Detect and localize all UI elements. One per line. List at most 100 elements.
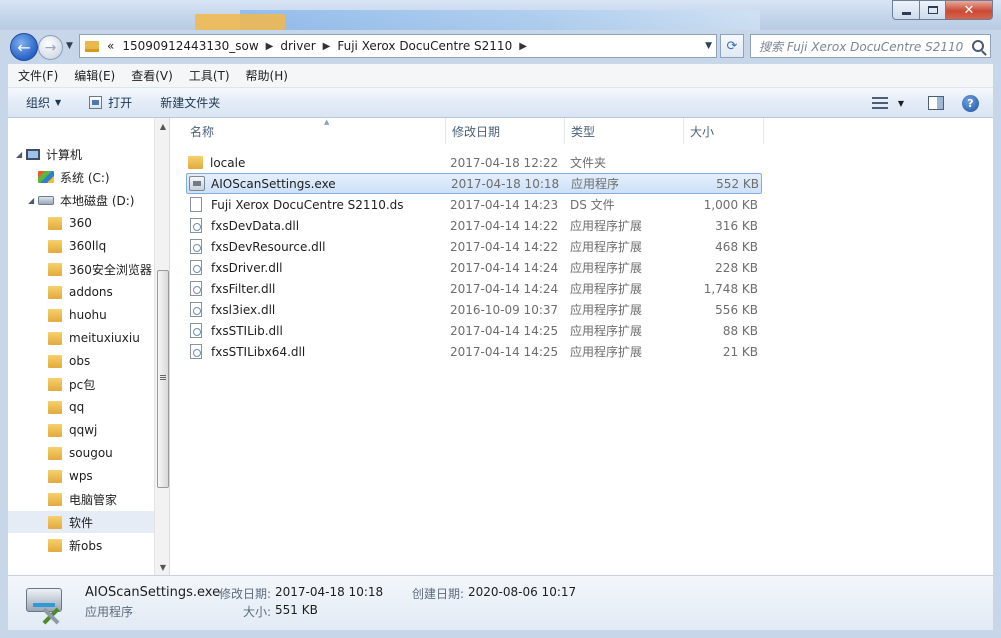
file-name: Fuji Xerox DocuCentre S2110.ds <box>211 197 404 212</box>
column-date-label: 修改日期 <box>452 124 501 139</box>
file-row[interactable]: fxsDevResource.dll 2017-04-14 14:22 应用程序… <box>186 236 762 257</box>
nav-folder[interactable]: 电脑管家 <box>48 488 169 510</box>
file-row[interactable]: Fuji Xerox DocuCentre S2110.ds 2017-04-1… <box>186 194 762 215</box>
file-row[interactable]: locale 2017-04-18 12:22 文件夹 <box>186 152 762 173</box>
open-button[interactable]: 打开 <box>79 91 142 115</box>
column-header-type[interactable]: 类型 <box>565 118 684 144</box>
scrollbar-thumb[interactable] <box>157 270 169 488</box>
file-name-cell: fxsSTILib.dll <box>188 323 283 338</box>
new-folder-label: 新建文件夹 <box>160 96 221 110</box>
menu-tools[interactable]: 工具(T) <box>181 67 238 84</box>
folder-icon <box>48 239 62 253</box>
file-date: 2017-04-14 14:24 <box>450 260 559 275</box>
nav-folder[interactable]: 新obs <box>48 534 169 556</box>
file-name: fxsDevData.dll <box>211 218 300 233</box>
nav-folder[interactable]: huohu <box>48 304 169 326</box>
menu-bar: 文件(F) 编辑(E) 查看(V) 工具(T) 帮助(H) <box>8 64 993 88</box>
change-view-icon[interactable] <box>871 97 888 109</box>
window-titlebar[interactable]: ✕ <box>0 0 1001 30</box>
file-name-cell: Fuji Xerox DocuCentre S2110.ds <box>188 197 404 212</box>
tree-expanded-icon[interactable]: ◢ <box>28 196 38 205</box>
nav-folder[interactable]: obs <box>48 350 169 372</box>
details-modified-value: 2017-04-18 10:18 <box>275 585 384 599</box>
nav-drive-c[interactable]: 系统 (C:) <box>38 166 169 188</box>
folder-icon <box>85 40 99 52</box>
folder-icon <box>48 262 62 276</box>
folder-icon <box>48 492 62 506</box>
preview-pane-icon[interactable] <box>928 96 944 110</box>
nav-folder[interactable]: 360llq <box>48 235 169 257</box>
dll-icon <box>190 281 202 296</box>
navpane-scrollbar[interactable]: ▲ ▼ <box>154 118 169 575</box>
file-row[interactable]: fxsDevData.dll 2017-04-14 14:22 应用程序扩展 3… <box>186 215 762 236</box>
file-row[interactable]: fxsFilter.dll 2017-04-14 14:24 应用程序扩展 1,… <box>186 278 762 299</box>
breadcrumb-separator-icon[interactable]: ▶ <box>263 41 277 52</box>
breadcrumb-separator-icon[interactable]: ▶ <box>320 41 334 52</box>
file-row[interactable]: fxsl3iex.dll 2016-10-09 10:37 应用程序扩展 556… <box>186 299 762 320</box>
column-header-date[interactable]: 修改日期 <box>446 118 565 144</box>
nav-folder[interactable]: 360 <box>48 212 169 234</box>
details-pane: AIOScanSettings.exe 应用程序 修改日期: 2017-04-1… <box>8 575 993 630</box>
nav-folder-selected[interactable]: 软件 <box>8 511 154 533</box>
file-type: 文件夹 <box>570 156 607 170</box>
search-icon[interactable] <box>972 40 984 52</box>
nav-folder[interactable]: qqwj <box>48 419 169 441</box>
breadcrumb-item[interactable]: Fuji Xerox DocuCentre S2110 <box>333 39 516 53</box>
nav-folder[interactable]: addons <box>48 281 169 303</box>
column-header-name[interactable]: 名称 ▲ <box>184 118 446 144</box>
organize-button[interactable]: 组织 ▼ <box>16 91 71 115</box>
nav-folder[interactable]: 360安全浏览器 <box>48 258 169 280</box>
nav-drive-d[interactable]: ◢ 本地磁盘 (D:) <box>28 189 169 211</box>
folder-icon <box>188 156 203 169</box>
tree-expanded-icon[interactable]: ◢ <box>16 150 26 159</box>
file-row[interactable]: fxsSTILibx64.dll 2017-04-14 14:25 应用程序扩展… <box>186 341 762 362</box>
recent-pages-dropdown[interactable]: ▼ <box>66 41 73 51</box>
nav-folder-label: sougou <box>69 446 113 460</box>
breadcrumb-item[interactable]: 15090912443130_sow <box>118 39 262 53</box>
menu-file[interactable]: 文件(F) <box>10 67 66 84</box>
new-folder-button[interactable]: 新建文件夹 <box>150 91 230 115</box>
file-name: locale <box>210 155 246 170</box>
file-size: 468 KB <box>715 239 758 254</box>
breadcrumb-separator-icon[interactable]: ▶ <box>516 41 530 52</box>
refresh-button[interactable]: ⟳ <box>720 34 744 58</box>
command-toolbar: 组织 ▼ 打开 新建文件夹 ▼ ? <box>8 88 993 118</box>
view-options-dropdown[interactable]: ▼ <box>898 99 904 108</box>
chevron-down-icon: ▼ <box>55 98 62 107</box>
navigation-bar: ← → ▼ « 15090912443130_sow ▶ driver ▶ Fu… <box>0 30 1001 64</box>
folder-icon <box>48 423 62 437</box>
nav-folder[interactable]: meituxiuxiu <box>48 327 169 349</box>
address-bar[interactable]: « 15090912443130_sow ▶ driver ▶ Fuji Xer… <box>79 34 717 58</box>
close-icon: ✕ <box>963 2 975 18</box>
background-window-highlight <box>195 14 285 30</box>
help-icon[interactable]: ? <box>962 94 979 112</box>
file-row-selected[interactable]: AIOScanSettings.exe 2017-04-18 10:18 应用程… <box>186 173 762 194</box>
file-row[interactable]: fxsSTILib.dll 2017-04-14 14:25 应用程序扩展 88… <box>186 320 762 341</box>
nav-folder[interactable]: pc包 <box>48 373 169 395</box>
nav-folder[interactable]: qq <box>48 396 169 418</box>
minimize-button[interactable] <box>892 0 920 20</box>
forward-button[interactable]: → <box>38 35 63 60</box>
breadcrumb-overflow[interactable]: « <box>99 39 118 53</box>
file-name-cell: fxsDevResource.dll <box>188 239 325 254</box>
grip-icon <box>160 375 166 376</box>
nav-folder[interactable]: sougou <box>48 442 169 464</box>
scroll-down-icon[interactable]: ▼ <box>155 559 169 575</box>
menu-view[interactable]: 查看(V) <box>123 67 181 84</box>
file-row[interactable]: fxsDriver.dll 2017-04-14 14:24 应用程序扩展 22… <box>186 257 762 278</box>
close-button[interactable]: ✕ <box>945 0 993 20</box>
menu-help[interactable]: 帮助(H) <box>238 67 296 84</box>
nav-folder[interactable]: wps <box>48 465 169 487</box>
address-history-dropdown[interactable]: ▼ <box>705 41 712 51</box>
menu-edit[interactable]: 编辑(E) <box>66 67 123 84</box>
breadcrumb-item[interactable]: driver <box>276 39 319 53</box>
nav-computer[interactable]: ◢ 计算机 <box>16 143 162 165</box>
search-input[interactable]: 搜索 Fuji Xerox DocuCentre S2110 <box>750 34 991 58</box>
back-button[interactable]: ← <box>10 33 38 61</box>
tools-icon <box>40 606 62 626</box>
file-date: 2016-10-09 10:37 <box>450 302 559 317</box>
scroll-up-icon[interactable]: ▲ <box>155 118 169 134</box>
maximize-button[interactable] <box>919 0 946 20</box>
file-date: 2017-04-14 14:25 <box>450 323 559 338</box>
column-header-size[interactable]: 大小 <box>684 118 764 144</box>
